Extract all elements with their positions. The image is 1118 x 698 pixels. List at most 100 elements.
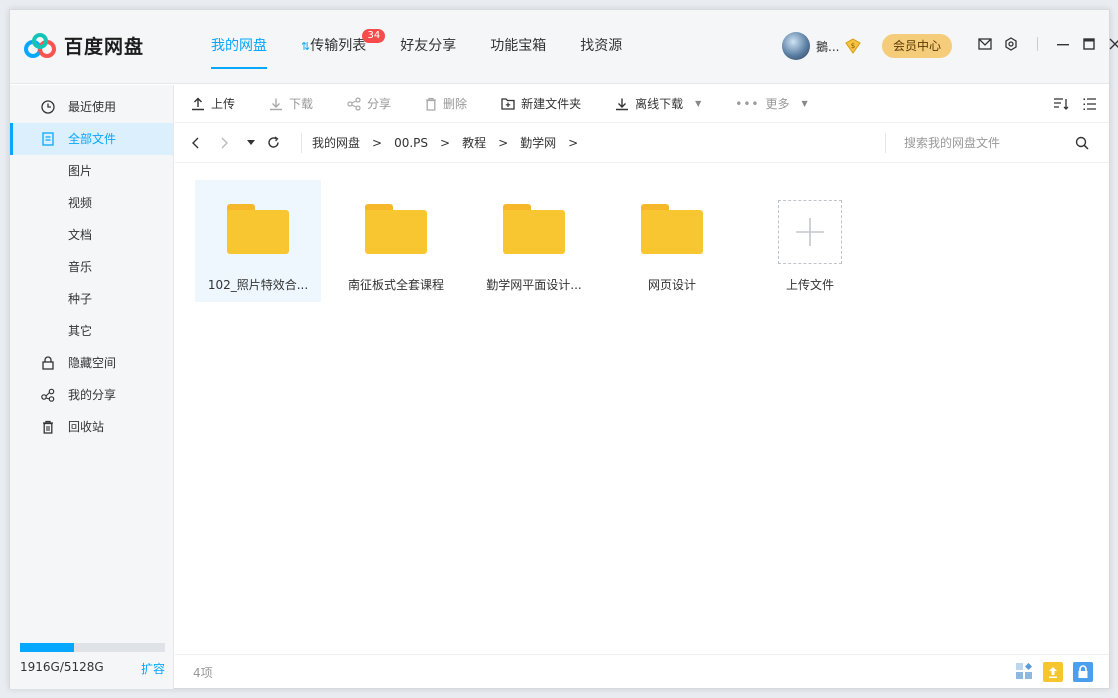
user-profile[interactable]: 鵝... $ [782,32,862,60]
sidebar-item-label: 全部文件 [68,132,117,146]
folder-item[interactable]: 南征板式全套课程 [333,180,459,302]
sidebar-item-recent[interactable]: 最近使用 [10,91,173,123]
sidebar-item-others[interactable]: 其它 [10,315,173,347]
forward-icon[interactable] [219,137,247,149]
app-logo[interactable]: 百度网盘 [24,32,144,59]
more-dots-icon: ••• [735,96,760,111]
breadcrumb-item[interactable]: 00.PS [394,136,428,150]
folder-item[interactable]: 网页设计 [609,180,735,302]
upload-label: 上传 [211,97,236,111]
breadcrumb-separator: > [498,135,509,150]
search-icon[interactable] [1075,136,1089,153]
document-icon [40,131,56,147]
minimize-icon[interactable] [1050,38,1076,50]
close-icon[interactable] [1102,38,1118,50]
nav-toolbox[interactable]: 功能宝箱 [473,10,563,84]
nav-friend-share[interactable]: 好友分享 [383,10,473,84]
new-folder-button[interactable]: 新建文件夹 [501,95,581,112]
delete-label: 删除 [443,97,468,111]
sidebar-item-music[interactable]: 音乐 [10,251,173,283]
nav-my-disk[interactable]: 我的网盘 [194,10,284,84]
download-icon [270,98,283,110]
toolbar: 上传 下载 分享 删除 新建文件夹 离线下载 ▼ ••• 更多 ▼ [175,85,1109,123]
sidebar-item-label: 我的分享 [68,388,117,402]
sidebar-item-videos[interactable]: 视频 [10,187,173,219]
folder-icon [641,204,703,254]
separator [1024,37,1050,51]
folder-name: 网页设计 [647,278,696,292]
maximize-icon[interactable] [1076,38,1102,50]
app-name: 百度网盘 [64,36,145,58]
settings-icon[interactable] [998,37,1024,51]
nav-transfer-list[interactable]: ⇅传输列表 34 [284,10,386,84]
nav-my-disk-label: 我的网盘 [211,38,267,54]
plus-icon [796,218,824,246]
expand-storage-link[interactable]: 扩容 [141,660,165,677]
lock-icon[interactable] [1073,662,1093,682]
offline-download-button[interactable]: 离线下载 ▼ [615,95,701,112]
sidebar-item-label: 文档 [68,228,93,242]
breadcrumb-item[interactable]: 我的网盘 [312,134,360,151]
storage-bar-fill [20,643,75,652]
chevron-down-icon[interactable]: ▼ [802,99,808,108]
sidebar-item-label: 视频 [68,196,93,210]
new-folder-label: 新建文件夹 [521,97,582,111]
sidebar-item-label: 图片 [68,164,93,178]
item-count: 4项 [193,666,213,680]
upload-plus-box[interactable] [778,200,842,264]
search-input[interactable]: 搜索我的网盘文件 [885,133,1095,153]
refresh-icon[interactable] [267,136,295,149]
baidu-cloud-logo-icon [24,32,56,58]
upload-folder-icon[interactable] [1043,662,1063,682]
list-view-icon[interactable] [1083,97,1097,114]
offline-download-icon [616,98,629,110]
breadcrumb-item[interactable]: 教程 [462,134,486,151]
share-icon [347,96,361,111]
sidebar-item-images[interactable]: 图片 [10,155,173,187]
folder-name: 102_照片特效合... [207,278,309,292]
history-dropdown-icon[interactable] [247,139,267,146]
user-name: 鵝... [816,39,840,54]
apps-icon[interactable] [1015,662,1033,682]
offline-download-label: 离线下载 [635,97,684,111]
download-button[interactable]: 下载 [269,95,313,112]
share-label: 分享 [367,97,392,111]
back-icon[interactable] [191,137,219,149]
folder-icon [365,204,427,254]
more-button[interactable]: ••• 更多 ▼ [735,95,807,112]
chevron-down-icon[interactable]: ▼ [695,99,701,108]
transfer-icon: ⇅ [301,40,311,53]
vip-badge-icon: $ [845,38,862,54]
mail-icon[interactable] [972,38,998,50]
sidebar-item-hidden-space[interactable]: 隐藏空间 [10,347,173,379]
new-folder-icon [501,98,515,110]
nav-find-resources[interactable]: 找资源 [563,10,639,84]
sidebar-item-label: 种子 [68,292,93,306]
folder-name: 南征板式全套课程 [347,278,444,292]
file-grid: 102_照片特效合... 南征板式全套课程 勤学网平面设计... 网页设计 上传… [195,180,885,302]
sidebar-item-documents[interactable]: 文档 [10,219,173,251]
sidebar-item-recycle-bin[interactable]: 回收站 [10,411,173,443]
transfer-badge: 34 [362,29,386,43]
breadcrumb: 我的网盘 > 00.PS > 教程 > 勤学网 > [301,132,590,153]
folder-item[interactable]: 102_照片特效合... [195,180,321,302]
sidebar-item-my-shares[interactable]: 我的分享 [10,379,173,411]
window-controls [972,37,1118,51]
delete-button[interactable]: 删除 [425,95,467,112]
member-center-button[interactable]: 会员中心 [882,34,952,58]
lock-icon [40,355,56,371]
breadcrumb-item[interactable]: 勤学网 [520,134,556,151]
storage-panel: 1916G/5128G 扩容 [20,643,165,677]
view-controls [1039,97,1097,114]
sidebar-item-label: 回收站 [68,420,105,434]
share-button[interactable]: 分享 [347,95,391,112]
sort-icon[interactable] [1053,97,1069,114]
folder-item[interactable]: 勤学网平面设计... [471,180,597,302]
sidebar-item-all-files[interactable]: 全部文件 [10,123,173,155]
folder-name: 勤学网平面设计... [486,278,582,292]
sidebar-item-torrents[interactable]: 种子 [10,283,173,315]
upload-button[interactable]: 上传 [191,95,235,112]
avatar[interactable] [782,32,810,60]
upload-file-tile[interactable]: 上传文件 [747,180,873,302]
storage-bar [20,643,165,652]
